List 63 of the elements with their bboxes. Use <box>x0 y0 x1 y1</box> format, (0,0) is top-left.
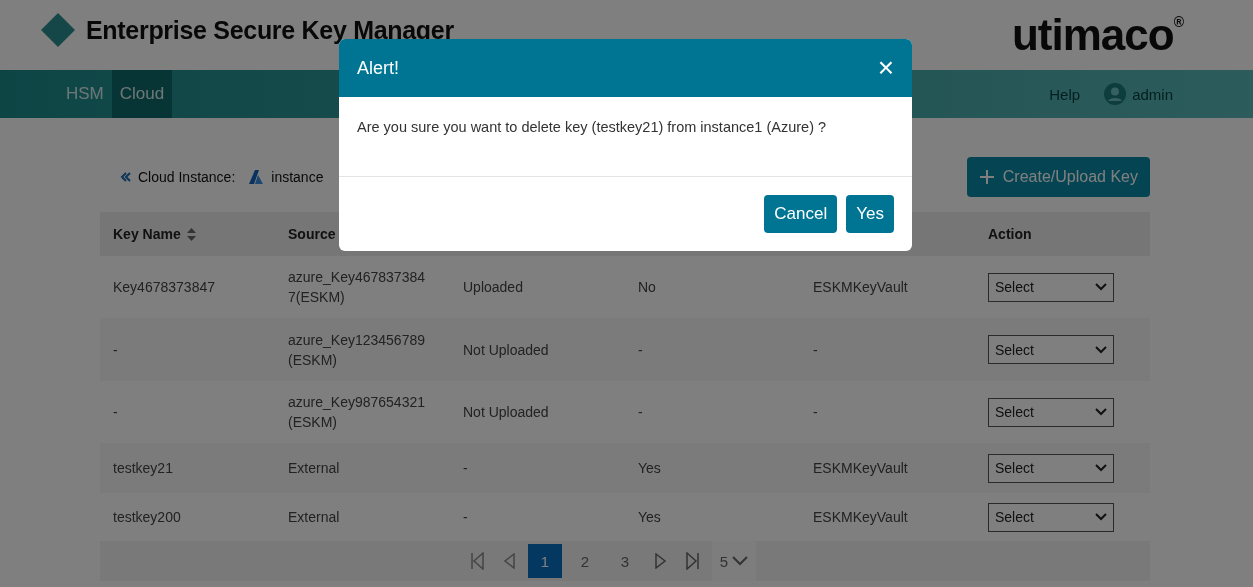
plus-icon <box>978 169 995 185</box>
table-cell-text: azure_Key123456789 (ESKM) <box>287 330 426 370</box>
dialog-title: Alert! <box>357 57 399 79</box>
table-cell: - <box>638 341 643 358</box>
table-cell: Not Uploaded <box>463 341 549 358</box>
table-cell: testkey21 <box>113 460 173 476</box>
action-select[interactable]: Select <box>988 397 1114 427</box>
table-cell: - <box>113 341 118 358</box>
chevron-down-icon <box>1095 513 1107 521</box>
table-cell: Uploaded <box>463 279 523 295</box>
table-cell: No <box>638 279 656 295</box>
table-cell-text: azure_Key4678373847(ESKM) <box>287 268 426 307</box>
diamond-logo-icon <box>40 12 76 48</box>
app-title: Enterprise Secure Key Manager <box>86 15 454 45</box>
dialog-message: Are you sure you want to delete key (testkey21) from instance1 (Azure) ? <box>357 119 828 135</box>
create-upload-key-button[interactable]: Create/Upload Key <box>966 157 1150 197</box>
action-select[interactable]: Select <box>988 502 1114 532</box>
page-number[interactable]: 3 <box>607 544 642 578</box>
table-cell: - <box>113 404 118 420</box>
table-cell: Not Uploaded <box>463 404 549 420</box>
table-cell: testkey200 <box>113 509 181 525</box>
table-cell: - <box>813 341 818 358</box>
column-header: Key Name <box>113 226 181 242</box>
table-cell: Yes <box>638 509 661 525</box>
table-cell: - <box>638 404 643 420</box>
action-select[interactable]: Select <box>988 335 1114 364</box>
table-cell: - <box>813 404 818 420</box>
nav-tab[interactable]: HSM <box>58 70 112 118</box>
action-select[interactable]: Select <box>988 272 1114 302</box>
close-button[interactable]: × <box>877 54 894 82</box>
table-cell: - <box>463 460 468 476</box>
page-number[interactable]: 1 <box>527 544 562 578</box>
chevron-down-icon <box>1095 464 1107 472</box>
dialog-button[interactable]: Yes <box>846 195 894 233</box>
page-size-select[interactable]: 5 <box>711 541 757 581</box>
chevron-down-icon <box>1095 408 1107 416</box>
table-cell-text: External <box>287 508 341 527</box>
user-menu[interactable]: admin <box>1104 83 1173 105</box>
azure-a-icon <box>249 169 266 185</box>
sort-icon[interactable] <box>186 227 196 241</box>
table-cell: ESKMKeyVault <box>813 509 908 525</box>
chevron-down-icon <box>1095 345 1107 354</box>
column-header: Source <box>288 226 336 242</box>
table-cell-text: External <box>287 459 341 478</box>
table-cell: Key4678373847 <box>113 279 215 295</box>
table-cell: - <box>463 509 468 525</box>
company-logo: utimaco® <box>1011 10 1183 60</box>
breadcrumb-label: Cloud Instance: <box>138 169 236 185</box>
nav-tab[interactable]: Cloud <box>111 70 173 118</box>
chevron-down-icon <box>732 556 749 566</box>
table-cell-text: azure_Key987654321 (ESKM) <box>287 393 426 432</box>
action-select[interactable]: Select <box>988 453 1114 483</box>
chevron-down-icon <box>1095 283 1107 291</box>
dialog-button[interactable]: Cancel <box>764 195 838 233</box>
table-cell: Yes <box>638 460 661 476</box>
user-icon <box>1104 83 1127 105</box>
page-number[interactable]: 2 <box>567 544 602 578</box>
table-cell: ESKMKeyVault <box>813 460 908 476</box>
instance-name: instance <box>271 169 324 185</box>
column-header: Action <box>988 226 1032 242</box>
double-chevron-left-icon[interactable] <box>120 171 132 183</box>
help-link[interactable]: Help <box>1049 85 1081 103</box>
table-cell: ESKMKeyVault <box>813 279 908 295</box>
